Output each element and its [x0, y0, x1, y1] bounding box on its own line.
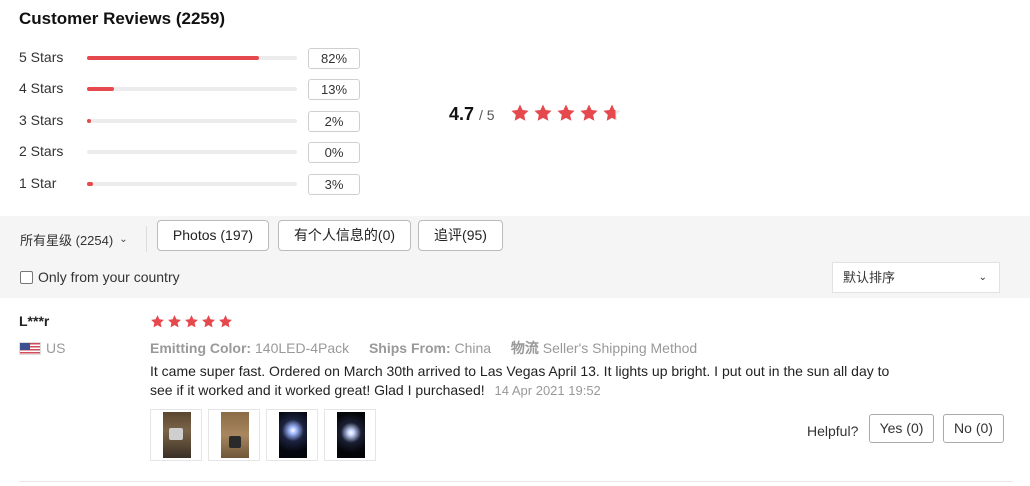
star-icon [579, 103, 599, 123]
star-icon [201, 314, 216, 329]
review-meta: Emitting Color: 140LED-4Pack Ships From:… [150, 338, 697, 358]
average-out-of: / 5 [479, 107, 495, 123]
review-photo-thumbnail[interactable] [266, 409, 318, 461]
rating-row[interactable]: 2 Stars 0% [19, 142, 364, 163]
only-country-label: Only from your country [38, 269, 180, 285]
star-icon [533, 103, 553, 123]
ships-from-label: Ships From: [368, 340, 451, 356]
chevron-down-icon: ⌄ [119, 234, 128, 245]
helpful-yes-button[interactable]: Yes (0) [869, 414, 934, 443]
ships-from-value: China [454, 340, 492, 356]
emitting-color-value: 140LED-4Pack [255, 340, 350, 356]
follow-up-filter-button[interactable]: 追评(95) [418, 220, 503, 251]
star-icon [556, 103, 576, 123]
review-item: L***r US Emitting Color: 140LED-4Pack Sh… [0, 298, 1030, 486]
rating-row-label: 5 Stars [19, 49, 64, 65]
rating-row[interactable]: 4 Stars 13% [19, 79, 364, 100]
rating-bar-fill [87, 119, 92, 123]
rating-row[interactable]: 5 Stars 82% [19, 48, 364, 69]
personal-info-filter-button[interactable]: 有个人信息的(0) [278, 220, 411, 251]
sort-select[interactable]: 默认排序 ⌄ [832, 262, 1000, 293]
rating-row-label: 1 Star [19, 175, 57, 191]
logistics-label: 物流 [510, 340, 539, 356]
rating-bar-fill [87, 182, 94, 186]
rating-bar-track [87, 150, 297, 154]
us-flag-icon [19, 341, 41, 355]
helpful-no-button[interactable]: No (0) [943, 414, 1004, 443]
star-icon [218, 314, 233, 329]
rating-row-label: 3 Stars [19, 112, 64, 128]
star-icon [184, 314, 199, 329]
review-photos [150, 409, 382, 461]
average-stars [510, 103, 625, 123]
rating-percent: 3% [308, 174, 360, 195]
sort-select-label: 默认排序 [843, 270, 896, 285]
star-icon [150, 314, 165, 329]
only-country-checkbox[interactable]: Only from your country [20, 269, 180, 285]
country-code: US [46, 340, 66, 356]
rating-bar-fill [87, 87, 115, 91]
reviews-title: Customer Reviews (2259) [19, 9, 225, 28]
rating-percent: 13% [308, 79, 360, 100]
rating-bar-fill [87, 56, 260, 60]
average-rating: 4.7 / 5 [449, 104, 495, 126]
emitting-color-label: Emitting Color: [150, 340, 252, 356]
star-icon [167, 314, 182, 329]
helpful-label: Helpful? [807, 423, 859, 439]
chevron-down-icon: ⌄ [978, 272, 987, 283]
rating-row-label: 4 Stars [19, 80, 64, 96]
rating-bar-track [87, 56, 297, 60]
review-text-block: It came super fast. Ordered on March 30t… [150, 362, 910, 400]
rating-bar-track [87, 87, 297, 91]
star-icon [510, 103, 530, 123]
rating-bar-track [87, 119, 297, 123]
rating-bar-track [87, 182, 297, 186]
review-date: 14 Apr 2021 19:52 [494, 383, 601, 398]
divider [146, 226, 147, 252]
average-value: 4.7 [449, 104, 475, 124]
review-stars [150, 314, 235, 329]
review-photo-thumbnail[interactable] [208, 409, 260, 461]
rating-percent: 2% [308, 111, 360, 132]
rating-row-label: 2 Stars [19, 143, 64, 159]
reviewer-name: L***r [19, 313, 50, 329]
checkbox-box[interactable] [20, 270, 33, 284]
review-photo-thumbnail[interactable] [324, 409, 376, 461]
all-stars-select-label: 所有星级 (2254) [20, 233, 114, 248]
photos-filter-button[interactable]: Photos (197) [157, 220, 269, 251]
review-divider [19, 481, 1013, 482]
rating-row[interactable]: 1 Star 3% [19, 174, 364, 195]
review-photo-thumbnail[interactable] [150, 409, 202, 461]
star-icon [602, 103, 622, 123]
all-stars-select[interactable]: 所有星级 (2254) ⌄ [20, 230, 128, 249]
filter-bar: 所有星级 (2254) ⌄ Photos (197) 有个人信息的(0) 追评(… [0, 216, 1030, 298]
rating-percent: 82% [308, 48, 360, 69]
reviewer-country: US [19, 340, 65, 356]
rating-percent: 0% [308, 142, 360, 163]
logistics-value: Seller's Shipping Method [542, 340, 698, 356]
rating-row[interactable]: 3 Stars 2% [19, 111, 364, 132]
